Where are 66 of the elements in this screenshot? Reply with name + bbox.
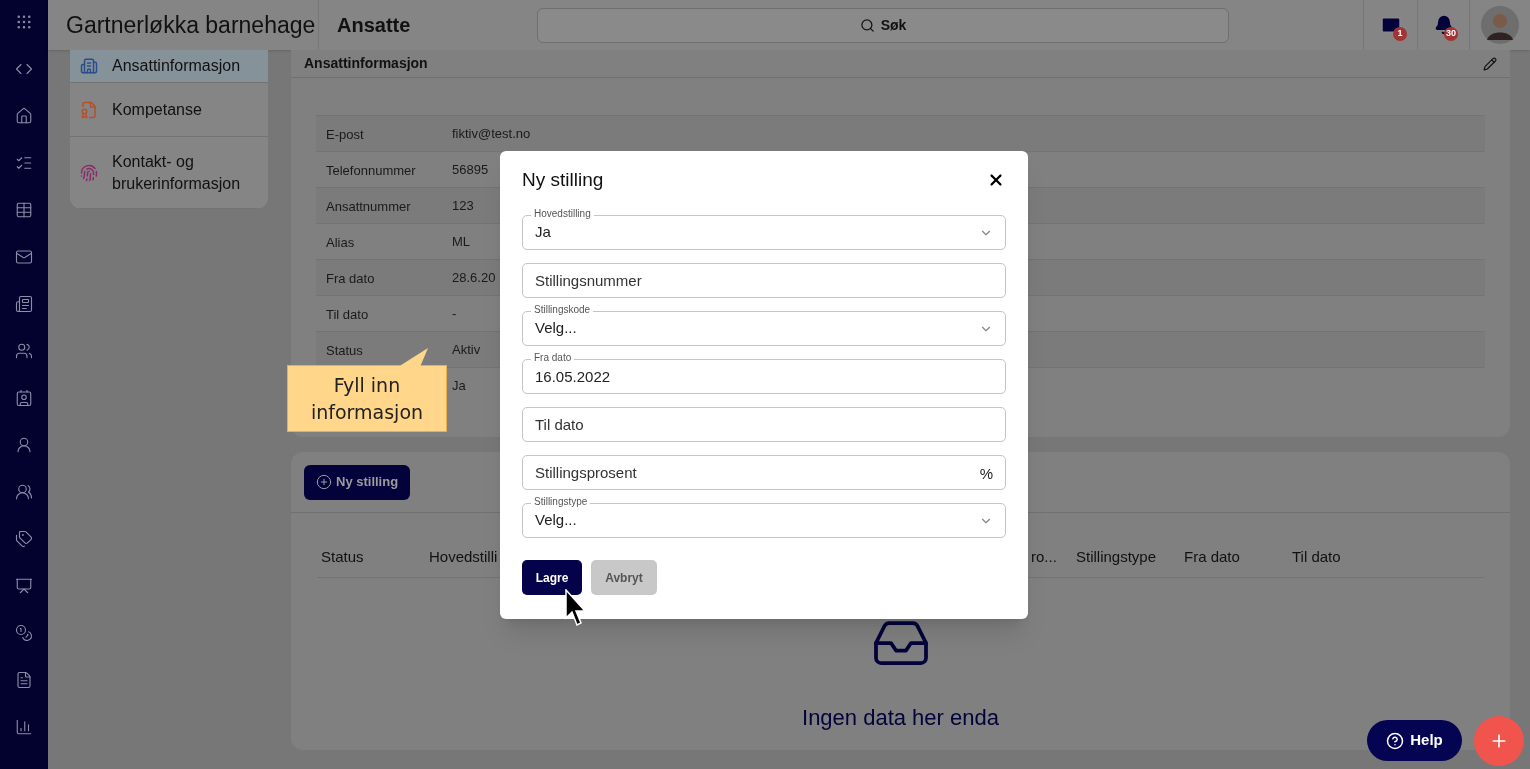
table-icon[interactable] [15,201,33,219]
row-value: Aktiv [452,340,481,359]
document-icon[interactable] [15,671,33,689]
panel-title: Ansattinformasjon [304,54,429,73]
certificate-icon [80,100,98,119]
save-button[interactable]: Lagre [522,560,582,595]
column-header: ro... [1031,547,1058,568]
edit-icon[interactable] [1483,56,1497,71]
contact-card-icon[interactable] [15,389,33,407]
row-value: 28.6.20 [452,268,496,287]
apps-grid-icon[interactable] [15,13,33,31]
callout-tail [398,348,430,367]
side-menu-item[interactable]: Ansattinformasjon [70,50,268,83]
fingerprint-icon [80,163,98,182]
bar-chart-icon[interactable] [15,718,33,736]
row-label: E-post [326,126,364,142]
row-value: - [452,304,457,323]
row-value: 123 [452,196,474,215]
column-header: Status [321,547,365,568]
row-value: Ja [452,376,466,395]
row-value: ML [452,232,471,251]
desk-icon[interactable] [15,577,33,595]
app-title: Gartnerløkka barnehage [66,11,316,38]
column-header: Hovedstilli [429,547,499,568]
help-button[interactable]: Help [1367,720,1462,761]
row-label: Ansattnummer [326,198,411,214]
coins-icon[interactable] [15,624,33,642]
field-label: Stillingskode [531,303,594,317]
mail-icon[interactable] [15,248,33,266]
mail-button[interactable]: 1 [1364,0,1417,50]
group-icon[interactable] [15,483,33,501]
row-value: 56895 [452,160,489,179]
search-icon [859,17,875,33]
home-icon[interactable] [15,107,33,125]
person-icon[interactable] [15,436,33,454]
bell-icon [1433,15,1454,35]
dialog-title: Ny stilling [522,167,605,192]
input-field[interactable]: Stillingsnummer [522,263,1006,298]
row-label: Til dato [326,306,369,322]
avatar[interactable] [1481,6,1519,44]
column-header: Til dato [1292,547,1342,568]
row-label: Status [326,342,363,358]
tags-icon[interactable] [15,530,33,548]
field-label: Stillingstype [531,495,591,509]
page-title: Ansatte [336,13,412,38]
plus-circle-icon [316,474,332,490]
row-label: Alias [326,234,355,250]
mail-badge: 1 [1393,27,1407,41]
percent-suffix: % [979,464,993,484]
empty-message: Ingen data her enda [802,704,999,732]
new-position-button[interactable]: Ny stilling [304,464,411,500]
cancel-button[interactable]: Avbryt [591,560,657,595]
input-field[interactable]: Til dato [522,407,1006,442]
row-label: Fra dato [326,270,375,286]
people-icon[interactable] [15,342,33,360]
notifications-button[interactable]: 30 [1418,0,1469,50]
row-value: fiktiv@test.no [452,124,531,143]
search-field[interactable]: Søk [537,7,1229,43]
notification-badge: 30 [1444,27,1458,41]
question-icon [1386,731,1405,750]
checklist-icon[interactable] [15,154,33,172]
row-label: Telefonnummer [326,162,416,178]
field-label: Hovedstilling [531,207,594,221]
column-header: Stillingstype [1076,547,1158,568]
newspaper-icon[interactable] [15,295,33,313]
column-header: Fra dato [1184,547,1241,568]
